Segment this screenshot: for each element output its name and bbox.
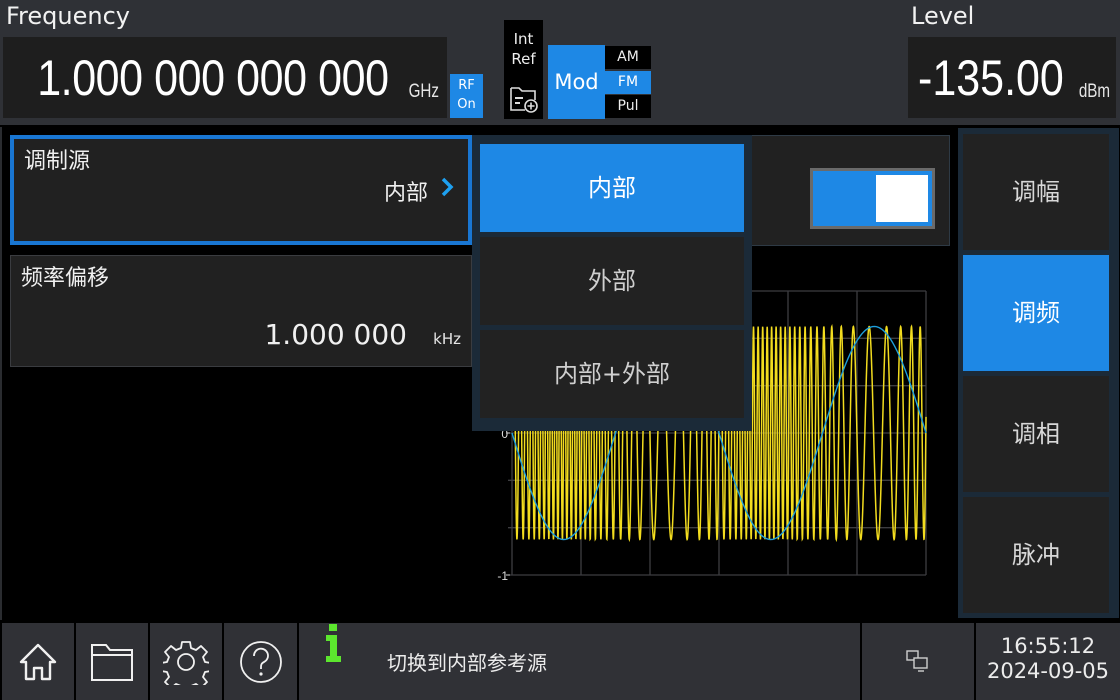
mod-fm-indicator: FM bbox=[605, 71, 651, 94]
toggle-knob bbox=[876, 175, 928, 222]
level-unit: dBm bbox=[1078, 81, 1110, 102]
dropdown-option-internal-external[interactable]: 内部+外部 bbox=[480, 330, 744, 418]
network-icon bbox=[906, 649, 928, 672]
status-message: 切换到内部参考源 bbox=[387, 651, 547, 675]
frequency-display[interactable]: 1.000 000 000 000 GHz bbox=[3, 37, 447, 118]
mod-pulse-indicator: Pul bbox=[605, 95, 651, 118]
menu-fm[interactable]: 调频 bbox=[963, 255, 1109, 371]
dropdown-option-internal[interactable]: 内部 bbox=[480, 144, 744, 232]
ref-source: Int bbox=[513, 30, 534, 48]
settings-button[interactable] bbox=[150, 623, 222, 700]
file-button[interactable] bbox=[76, 623, 148, 700]
dropdown-option-external[interactable]: 外部 bbox=[480, 237, 744, 325]
network-status-button[interactable] bbox=[862, 623, 974, 700]
mod-am-indicator: AM bbox=[605, 46, 651, 69]
frequency-label: Frequency bbox=[6, 2, 130, 30]
toggle-track bbox=[813, 171, 932, 226]
help-button[interactable] bbox=[224, 623, 297, 700]
rf-state: On bbox=[457, 97, 476, 112]
menu-pm[interactable]: 调相 bbox=[963, 376, 1109, 492]
mod-source-title: 调制源 bbox=[24, 149, 91, 174]
gear-icon bbox=[163, 640, 209, 685]
y-tick-label: -1 bbox=[497, 569, 508, 583]
clock-display: 16:55:12 2024-09-05 bbox=[976, 623, 1120, 700]
status-header: Frequency 1.000 000 000 000 GHz RF On In… bbox=[0, 0, 1120, 125]
fm-toggle-switch[interactable] bbox=[810, 168, 935, 229]
ref-label: Ref bbox=[511, 50, 536, 68]
level-value: -135.00 bbox=[918, 50, 1064, 106]
footer-bar: 切换到内部参考源 16:55:12 2024-09-05 bbox=[0, 620, 1120, 700]
mod-button[interactable]: Mod bbox=[548, 45, 605, 119]
home-button[interactable] bbox=[2, 623, 74, 700]
frequency-unit: GHz bbox=[408, 81, 439, 102]
home-icon bbox=[19, 643, 57, 680]
chevron-right-icon bbox=[441, 177, 454, 197]
folder-add-icon bbox=[510, 87, 538, 113]
reference-indicator[interactable]: Int Ref bbox=[504, 20, 543, 119]
mod-source-dropdown: 内部 外部 内部+外部 bbox=[472, 135, 752, 431]
rf-on-button[interactable]: RF On bbox=[450, 74, 483, 118]
level-label: Level bbox=[911, 2, 975, 30]
folder-icon bbox=[91, 643, 133, 681]
level-display[interactable]: -135.00 dBm bbox=[908, 37, 1116, 118]
freq-deviation-title: 频率偏移 bbox=[21, 266, 110, 291]
mod-source-card[interactable]: 调制源 内部 bbox=[10, 135, 472, 245]
freq-deviation-value: 1.000 000 bbox=[264, 318, 407, 351]
freq-deviation-card[interactable]: 频率偏移 1.000 000 kHz bbox=[10, 255, 472, 367]
frequency-value: 1.000 000 000 000 bbox=[37, 50, 390, 106]
mod-source-value: 内部 bbox=[383, 181, 428, 206]
clock-time: 16:55:12 bbox=[1000, 634, 1096, 658]
mod-type-menu: 调幅 调频 调相 脉冲 bbox=[958, 128, 1119, 618]
status-message-bar: 切换到内部参考源 bbox=[299, 623, 860, 700]
menu-pulse[interactable]: 脉冲 bbox=[963, 497, 1109, 613]
rf-label: RF bbox=[458, 78, 475, 93]
help-icon bbox=[239, 640, 282, 683]
clock-date: 2024-09-05 bbox=[986, 659, 1110, 683]
freq-deviation-unit: kHz bbox=[433, 330, 461, 348]
menu-am[interactable]: 调幅 bbox=[963, 134, 1109, 250]
info-icon bbox=[326, 624, 341, 662]
